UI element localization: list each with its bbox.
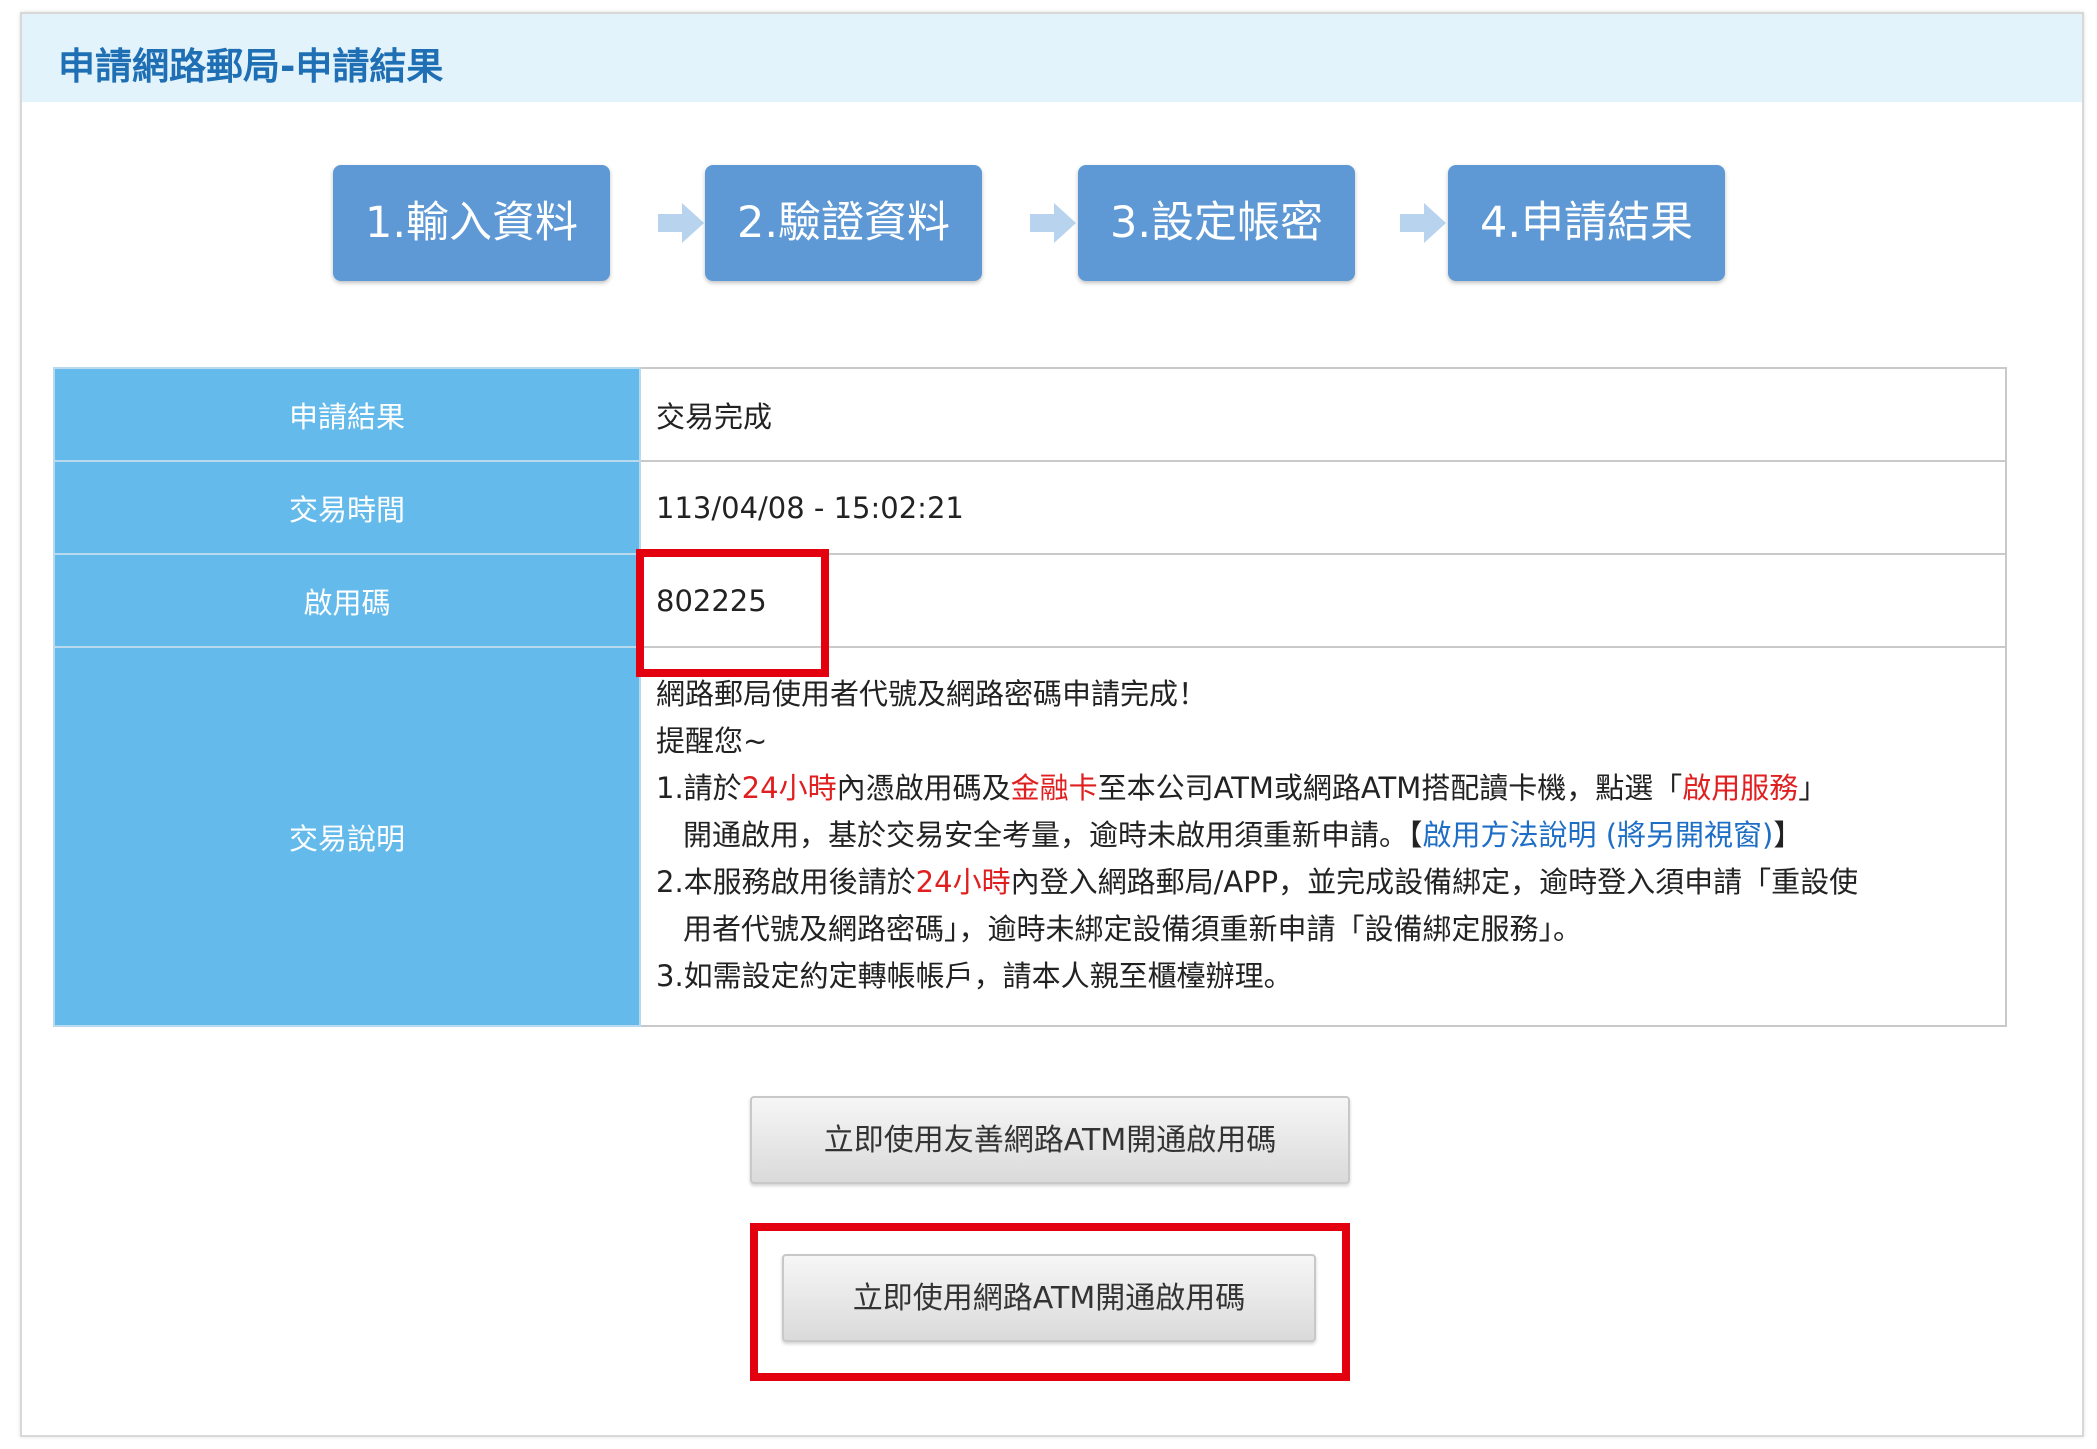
desc-text: 內登入網路郵局/APP，並完成設備綁定，逾時登入須申請「重設使 (1010, 865, 1859, 899)
description-item-1-cont: 開通啟用，基於交易安全考量，逾時未啟用須重新申請。【啟用方法說明 (將另開視窗)… (656, 812, 2004, 859)
arrow-right-icon (658, 203, 704, 243)
desc-highlight-24h: 24小時 (741, 771, 837, 805)
desc-highlight-card: 金融卡 (1010, 771, 1098, 805)
table-row: 申請結果 交易完成 (53, 367, 2007, 462)
desc-text: 】 (1773, 818, 1803, 852)
step-set-credentials: 3.設定帳密 (1078, 165, 1355, 281)
arrow-right-icon (1400, 203, 1446, 243)
description-item-2-cont: 用者代號及網路密碼」，逾時未綁定設備須重新申請「設備綁定服務」。 (683, 912, 1583, 946)
description-line-reminder: 提醒您~ (656, 724, 768, 758)
row-label-result: 申請結果 (53, 367, 641, 462)
step-input-data: 1.輸入資料 (333, 165, 610, 281)
desc-text: 內憑啟用碼及 (836, 771, 1011, 805)
table-row: 交易說明 網路郵局使用者代號及網路密碼申請完成！ 提醒您~ 1.請於24小時內憑… (53, 646, 2007, 1027)
desc-highlight-activate-service: 啟用服務 (1682, 771, 1799, 805)
activation-help-link[interactable]: 啟用方法說明 (將另開視窗) (1423, 818, 1774, 852)
row-value-result: 交易完成 (639, 367, 2007, 462)
desc-text: 至本公司ATM或網路ATM搭配讀卡機，點選「 (1097, 771, 1683, 805)
description-line-complete: 網路郵局使用者代號及網路密碼申請完成！ (656, 677, 1208, 711)
desc-highlight-24h: 24小時 (915, 865, 1011, 899)
arrow-right-icon (1030, 203, 1076, 243)
row-value-time: 113/04/08 - 15:02:21 (639, 460, 2007, 555)
desc-text: 開通啟用，基於交易安全考量，逾時未啟用須重新申請。【 (683, 818, 1423, 852)
description-item-3: 3.如需設定約定轉帳帳戶，請本人親至櫃檯辦理。 (656, 959, 1293, 993)
desc-text: 」 (1798, 771, 1828, 805)
row-label-time: 交易時間 (53, 460, 641, 555)
table-row: 啟用碼 802225 (53, 553, 2007, 648)
activation-code: 802225 (639, 553, 2007, 648)
panel-header: 申請網路郵局-申請結果 (22, 14, 2082, 102)
description-item-2: 2.本服務啟用後請於24小時內登入網路郵局/APP，並完成設備綁定，逾時登入須申… (656, 859, 2004, 906)
table-row: 交易時間 113/04/08 - 15:02:21 (53, 460, 2007, 555)
page-title: 申請網路郵局-申請結果 (58, 45, 444, 88)
row-label-activation-code: 啟用碼 (53, 553, 641, 648)
description-item-1: 1.請於24小時內憑啟用碼及金融卡至本公司ATM或網路ATM搭配讀卡機，點選「啟… (656, 765, 2004, 812)
step-application-result: 4.申請結果 (1448, 165, 1725, 281)
transaction-description: 網路郵局使用者代號及網路密碼申請完成！ 提醒您~ 1.請於24小時內憑啟用碼及金… (639, 646, 2007, 1027)
row-label-description: 交易說明 (53, 646, 641, 1027)
result-table: 申請結果 交易完成 交易時間 113/04/08 - 15:02:21 啟用碼 … (53, 367, 2007, 1027)
desc-text: 2.本服務啟用後請於 (656, 865, 916, 899)
web-atm-button[interactable]: 立即使用網路ATM開通啟用碼 (782, 1254, 1316, 1342)
step-verify-data: 2.驗證資料 (705, 165, 982, 281)
desc-text: 1.請於 (656, 771, 742, 805)
friendly-web-atm-button[interactable]: 立即使用友善網路ATM開通啟用碼 (750, 1096, 1350, 1184)
